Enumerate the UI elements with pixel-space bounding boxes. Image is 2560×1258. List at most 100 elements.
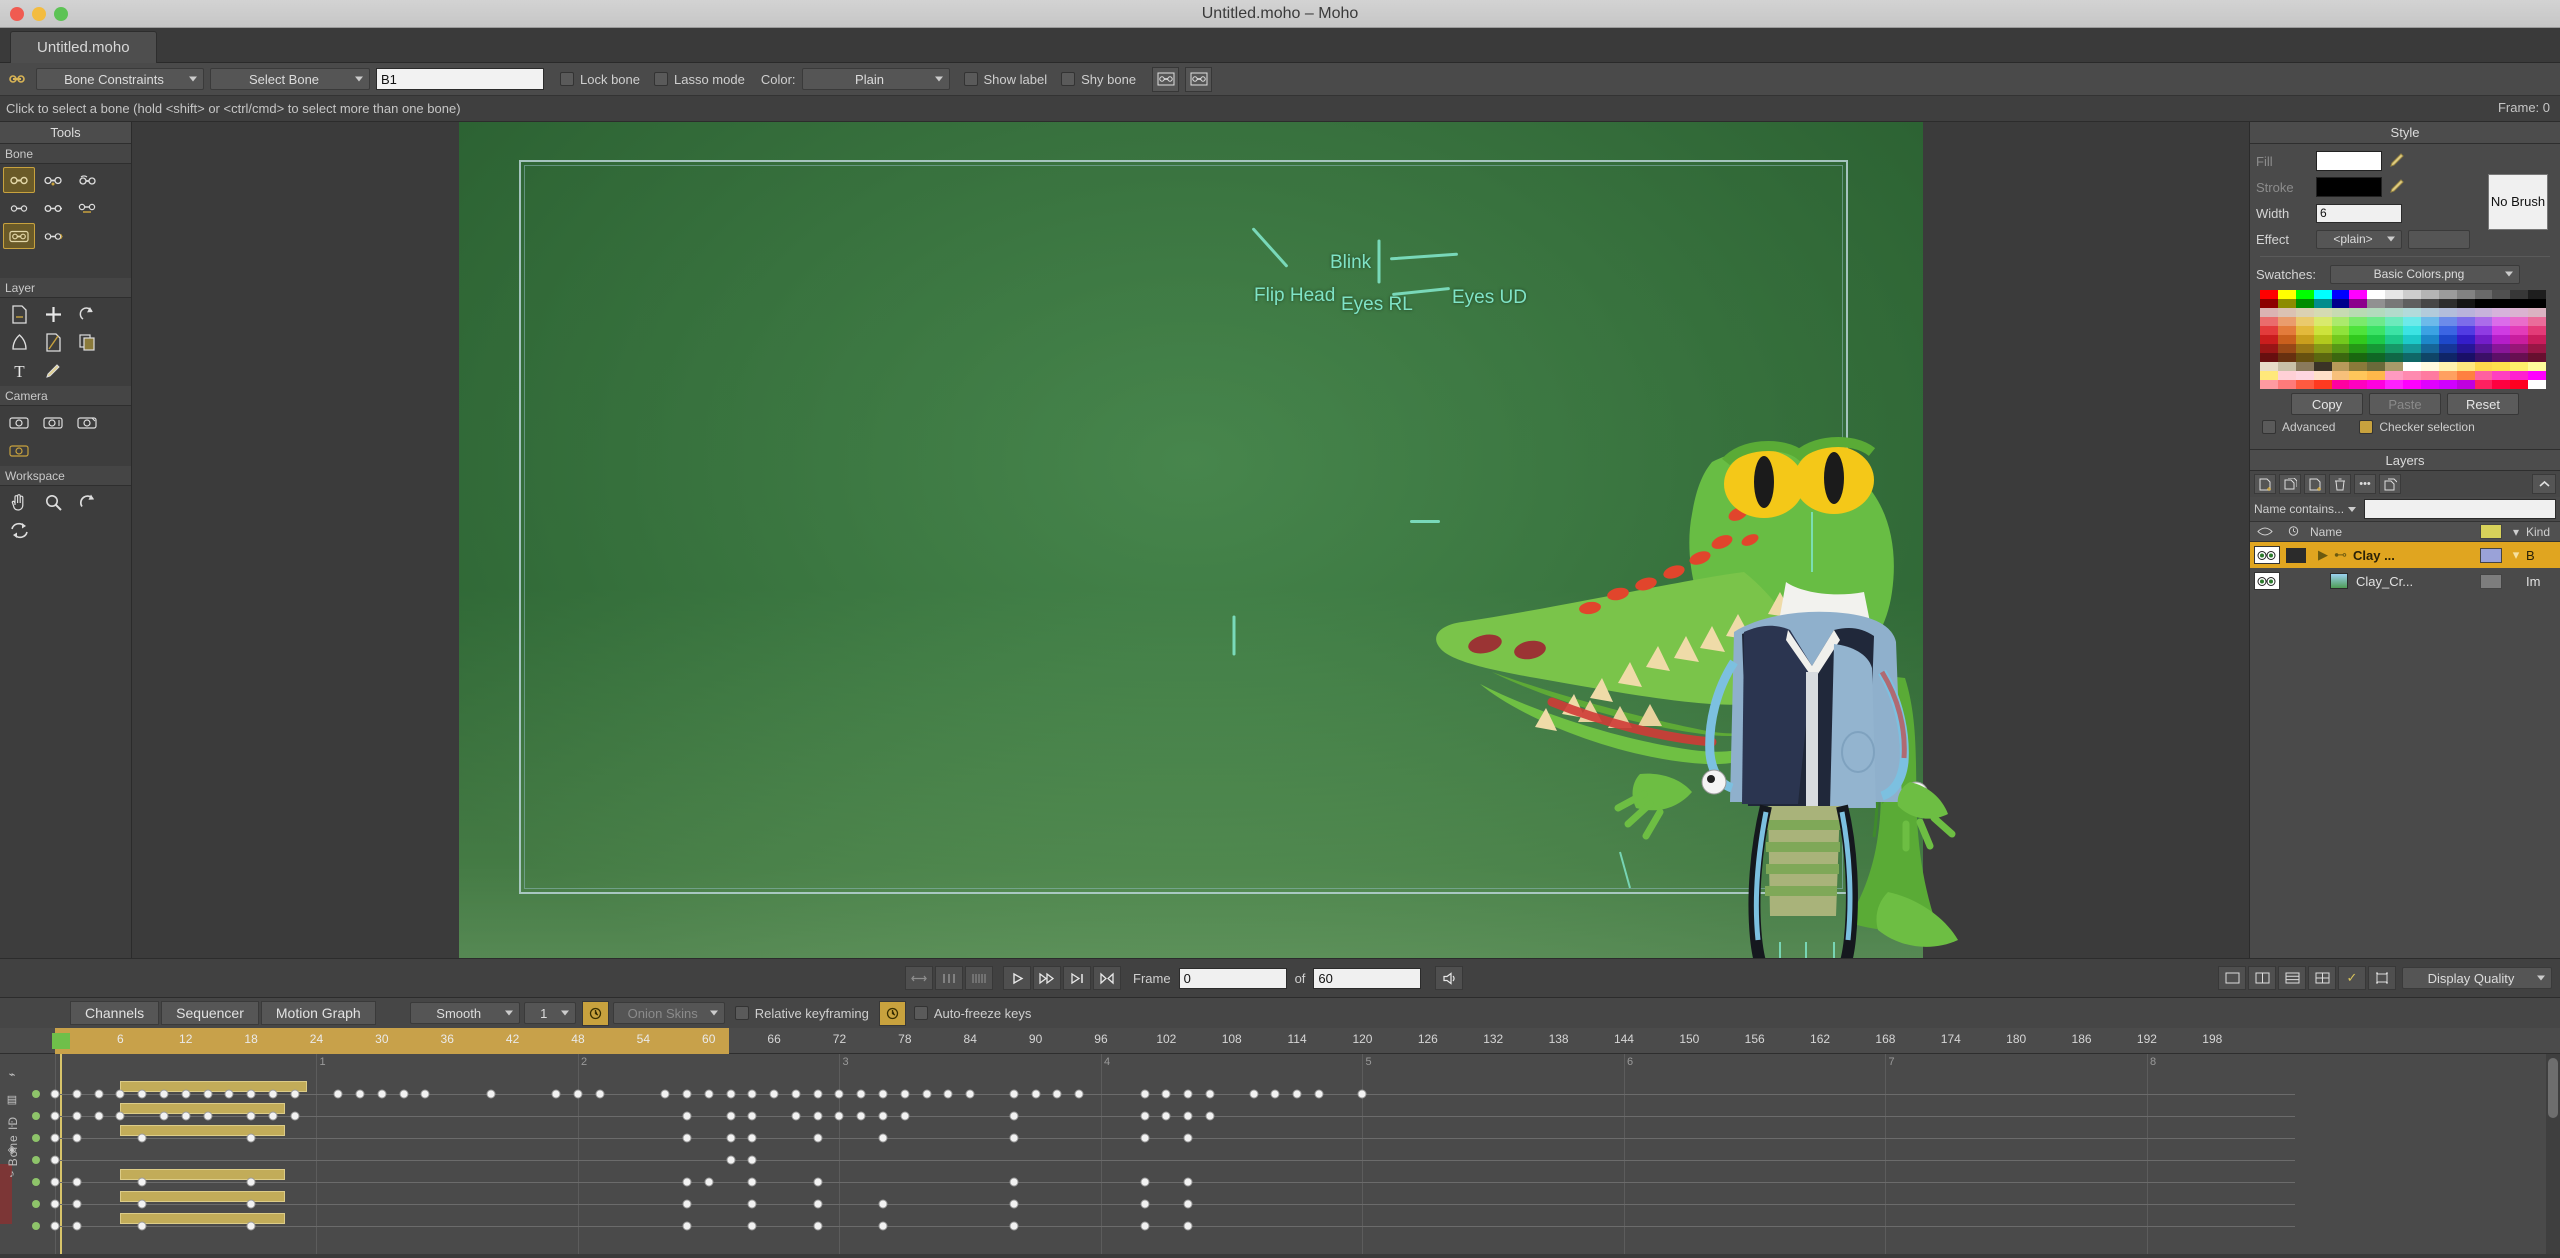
keyframe-selection-bar[interactable] xyxy=(120,1081,307,1092)
color-swatch[interactable] xyxy=(2439,353,2457,362)
keyframe[interactable] xyxy=(1162,1112,1171,1121)
color-swatch[interactable] xyxy=(2510,371,2528,380)
speaker-icon[interactable] xyxy=(1435,966,1463,990)
color-swatch[interactable] xyxy=(2403,353,2421,362)
keyframe[interactable] xyxy=(159,1090,168,1099)
keyframe[interactable] xyxy=(247,1134,256,1143)
keyframe[interactable] xyxy=(116,1112,125,1121)
color-swatch[interactable] xyxy=(2439,344,2457,353)
keyframe[interactable] xyxy=(290,1090,299,1099)
color-swatch[interactable] xyxy=(2260,299,2278,308)
color-swatch[interactable] xyxy=(2421,335,2439,344)
color-swatch[interactable] xyxy=(2421,317,2439,326)
track-icon-audio[interactable]: ♪ xyxy=(2,1166,22,1182)
copy-button[interactable]: Copy xyxy=(2291,393,2363,415)
color-swatch[interactable] xyxy=(2492,299,2510,308)
bone-flip-icon[interactable] xyxy=(1152,67,1179,92)
color-swatch[interactable] xyxy=(2457,353,2475,362)
track-enable-dot[interactable] xyxy=(32,1200,40,1208)
keyframe[interactable] xyxy=(857,1112,866,1121)
frame-input[interactable]: 0 xyxy=(1179,968,1287,989)
layer-filter-input[interactable] xyxy=(2364,499,2556,519)
keyframe[interactable] xyxy=(1184,1178,1193,1187)
color-swatch[interactable] xyxy=(2421,344,2439,353)
show-label-box[interactable] xyxy=(964,72,978,86)
color-swatch[interactable] xyxy=(2475,335,2493,344)
view-split-icon[interactable] xyxy=(2248,966,2276,990)
color-swatch[interactable] xyxy=(2421,353,2439,362)
color-swatch[interactable] xyxy=(2528,353,2546,362)
color-swatch[interactable] xyxy=(2457,362,2475,371)
brush-tool[interactable] xyxy=(37,357,69,383)
color-swatch[interactable] xyxy=(2278,380,2296,389)
color-swatch[interactable] xyxy=(2367,317,2385,326)
keyframe[interactable] xyxy=(879,1134,888,1143)
color-swatch[interactable] xyxy=(2314,335,2332,344)
color-swatch[interactable] xyxy=(2403,308,2421,317)
color-swatch[interactable] xyxy=(2510,380,2528,389)
color-swatch[interactable] xyxy=(2510,308,2528,317)
keyframe[interactable] xyxy=(72,1222,81,1231)
color-swatch[interactable] xyxy=(2492,380,2510,389)
color-swatch[interactable] xyxy=(2492,308,2510,317)
color-swatch[interactable] xyxy=(2475,353,2493,362)
color-swatch[interactable] xyxy=(2278,353,2296,362)
color-swatch[interactable] xyxy=(2314,380,2332,389)
step-icon[interactable] xyxy=(935,966,963,990)
rotate-workspace-tool[interactable] xyxy=(71,489,103,515)
color-swatch[interactable] xyxy=(2457,317,2475,326)
color-swatch[interactable] xyxy=(2385,353,2403,362)
color-swatch[interactable] xyxy=(2528,317,2546,326)
color-swatch[interactable] xyxy=(2296,380,2314,389)
layer-color-swatch[interactable] xyxy=(2480,548,2502,563)
keyframe[interactable] xyxy=(1271,1090,1280,1099)
camera-roll-tool[interactable] xyxy=(71,409,103,435)
color-swatch[interactable] xyxy=(2385,308,2403,317)
color-swatch[interactable] xyxy=(2332,308,2350,317)
keyframe[interactable] xyxy=(290,1112,299,1121)
bone-strength-tool[interactable] xyxy=(71,195,103,221)
color-swatch[interactable] xyxy=(2510,335,2528,344)
fill-color-swatch[interactable] xyxy=(2316,151,2382,171)
keyframe[interactable] xyxy=(138,1200,147,1209)
layer-visibility-toggle[interactable] xyxy=(2254,572,2280,590)
color-swatch[interactable] xyxy=(2367,299,2385,308)
color-swatch[interactable] xyxy=(2296,362,2314,371)
track-enable-dot[interactable] xyxy=(32,1222,40,1230)
color-swatch[interactable] xyxy=(2421,299,2439,308)
keyframe[interactable] xyxy=(791,1090,800,1099)
track-enable-dot[interactable] xyxy=(32,1112,40,1120)
color-swatch[interactable] xyxy=(2457,380,2475,389)
color-swatch[interactable] xyxy=(2349,317,2367,326)
color-swatch[interactable] xyxy=(2510,290,2528,299)
total-frames-input[interactable]: 60 xyxy=(1313,968,1421,989)
track-enable-dot[interactable] xyxy=(32,1178,40,1186)
keyframe[interactable] xyxy=(1184,1090,1193,1099)
add-bone-tool[interactable] xyxy=(3,223,35,249)
sort-column-icon[interactable]: ▾ xyxy=(2506,525,2526,539)
color-swatch[interactable] xyxy=(2367,335,2385,344)
color-swatch[interactable] xyxy=(2314,362,2332,371)
color-swatch[interactable] xyxy=(2332,299,2350,308)
color-swatch[interactable] xyxy=(2528,299,2546,308)
color-swatch[interactable] xyxy=(2385,317,2403,326)
color-swatch[interactable] xyxy=(2421,308,2439,317)
keyframe[interactable] xyxy=(1009,1112,1018,1121)
keyframe[interactable] xyxy=(748,1134,757,1143)
color-swatch[interactable] xyxy=(2367,353,2385,362)
keyframe[interactable] xyxy=(1009,1178,1018,1187)
view-grid-icon[interactable] xyxy=(2308,966,2336,990)
color-swatch[interactable] xyxy=(2332,371,2350,380)
color-swatch[interactable] xyxy=(2403,371,2421,380)
keyframe[interactable] xyxy=(1140,1200,1149,1209)
color-swatch[interactable] xyxy=(2314,344,2332,353)
color-swatch[interactable] xyxy=(2492,371,2510,380)
color-swatch[interactable] xyxy=(2492,362,2510,371)
effect-options-dropdown[interactable] xyxy=(2408,230,2470,249)
color-swatch[interactable] xyxy=(2385,344,2403,353)
keyframe[interactable] xyxy=(1293,1090,1302,1099)
interpolation-dropdown[interactable]: Smooth xyxy=(410,1002,520,1024)
keyframe[interactable] xyxy=(900,1090,909,1099)
fill-eyedropper-icon[interactable] xyxy=(2388,151,2410,171)
lock-bone-checkbox[interactable]: Lock bone xyxy=(560,72,640,87)
